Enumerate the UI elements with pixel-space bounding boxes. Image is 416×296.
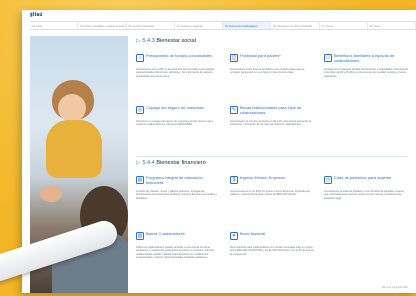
gift-icon: ◫ bbox=[230, 54, 238, 62]
benefit-title: Ingreso Mínimo Empresa bbox=[240, 175, 285, 180]
child-body bbox=[46, 120, 102, 178]
child-face bbox=[58, 94, 86, 122]
benefit-description: Ampliamos la cobertura familiar de benef… bbox=[324, 68, 408, 78]
section-title-social: ▷ 5.4.3 Bienestar social bbox=[136, 38, 196, 44]
benefit-card: ⚇ Beneficios familiares a hijos/as de col… bbox=[324, 53, 410, 94]
chapter-tab[interactable]: 02. Cultura estratégica e modelo de gobe… bbox=[78, 22, 127, 29]
chapter-tab[interactable]: 05. Experiencia Colaboradores bbox=[223, 22, 272, 29]
benefit-title: Banca Colaboradores bbox=[146, 231, 185, 236]
benefit-description: Ofrecimos un copago del seguro de mascot… bbox=[136, 120, 213, 127]
benefit-description: Bono especial para colaboradores con ren… bbox=[230, 246, 314, 256]
benefit-description: Incentivamos la edad de jubilación a los… bbox=[324, 190, 404, 200]
section-divider bbox=[136, 156, 408, 157]
benefit-title: Beneficios familiares a hijos/as de cola… bbox=[334, 53, 395, 63]
income-icon: $ bbox=[230, 176, 238, 184]
chapter-tab[interactable]: 07. Anexos bbox=[320, 22, 368, 29]
hand bbox=[40, 186, 62, 202]
page-header: ▮Itaú bbox=[22, 10, 416, 19]
benefit-card: $ Ingreso Mínimo Empresa Incrementamos en … bbox=[230, 175, 316, 216]
benefit-description: Aumentamos en un 50% el presupuesto de l… bbox=[136, 68, 215, 78]
benefit-title: Presupuesto de fondos concursables bbox=[146, 53, 212, 58]
benefit-card: ◫ Postnatal para padres* Aumentamos cinco … bbox=[230, 53, 316, 94]
chapter-tabs: 01. Carta 02. Cultura estratégica e model… bbox=[30, 21, 416, 30]
benefit-title: Bono especial bbox=[240, 231, 266, 236]
benefit-title: Edad de jubilación para mujeres bbox=[334, 175, 392, 180]
chapter-tab[interactable]: 03. Gestión Corporativa bbox=[127, 22, 175, 29]
brand-name: Itaú bbox=[32, 11, 43, 18]
benefit-description: A través de charlas, cursos y talleres p… bbox=[136, 190, 217, 200]
benefit-card: ▥ Banca Colaboradores Todos los colaborado… bbox=[136, 231, 222, 272]
benefit-description: Aumentamos cinco días de beneficio a los… bbox=[230, 68, 305, 75]
page-footer: Memoria Integrada 2022 bbox=[381, 286, 408, 289]
scholarship-icon: ✎ bbox=[230, 106, 238, 114]
brand-logo: ▮Itaú bbox=[30, 12, 43, 18]
education-icon: ▤ bbox=[136, 176, 144, 184]
chapter-tab[interactable]: 01. Carta bbox=[30, 22, 79, 29]
benefit-title: Becas institucionales para hijos de cola… bbox=[240, 105, 302, 115]
benefit-title: Postnatal para padres* bbox=[240, 53, 281, 58]
section-marker: ▷ bbox=[136, 38, 141, 44]
bonus-icon: ✦ bbox=[230, 232, 238, 240]
retirement-icon: ◷ bbox=[324, 176, 332, 184]
benefit-card: ◷ Edad de jubilación para mujeres Incentiv… bbox=[324, 175, 410, 216]
benefit-title: Programa integral de educación financier… bbox=[146, 175, 203, 185]
benefit-card: ▤ Programa integral de educación financie… bbox=[136, 175, 222, 216]
chapter-tab[interactable]: 08. Anexo bbox=[368, 22, 416, 29]
benefit-description: Todos los colaboradores pueden acceder a… bbox=[136, 246, 215, 260]
benefit-card: ✦ Bono especial Bono especial para colabor… bbox=[230, 231, 316, 272]
chapter-tab[interactable]: 04. Gestión de Negocios bbox=[175, 22, 223, 29]
benefit-description: Aumentamos el número de becas en 20 a 45… bbox=[230, 120, 312, 127]
piggy-bank-icon: ◔ bbox=[136, 54, 144, 62]
pet-insurance-icon: ◎ bbox=[136, 106, 144, 114]
benefit-card: ◔ Presupuesto de fondos concursables Aumen… bbox=[136, 53, 222, 94]
section-marker: ▷ bbox=[136, 160, 141, 166]
chapter-tab[interactable]: 06. Generación de Valor Compartido bbox=[271, 22, 320, 29]
bank-icon: ▥ bbox=[136, 232, 144, 240]
benefit-card: ◎ Copago del seguro de mascotas Ofrecimos … bbox=[136, 105, 222, 146]
section-title-financiero: ▷ 5.4.4 Bienestar financiero bbox=[136, 160, 206, 166]
benefit-description: Incrementamos en un 20% el ingreso mínim… bbox=[230, 190, 310, 197]
family-icon: ⚇ bbox=[324, 54, 332, 62]
benefit-card: ✎ Becas institucionales para hijos de col… bbox=[230, 105, 316, 146]
benefit-title: Copago del seguro de mascotas bbox=[146, 105, 204, 110]
